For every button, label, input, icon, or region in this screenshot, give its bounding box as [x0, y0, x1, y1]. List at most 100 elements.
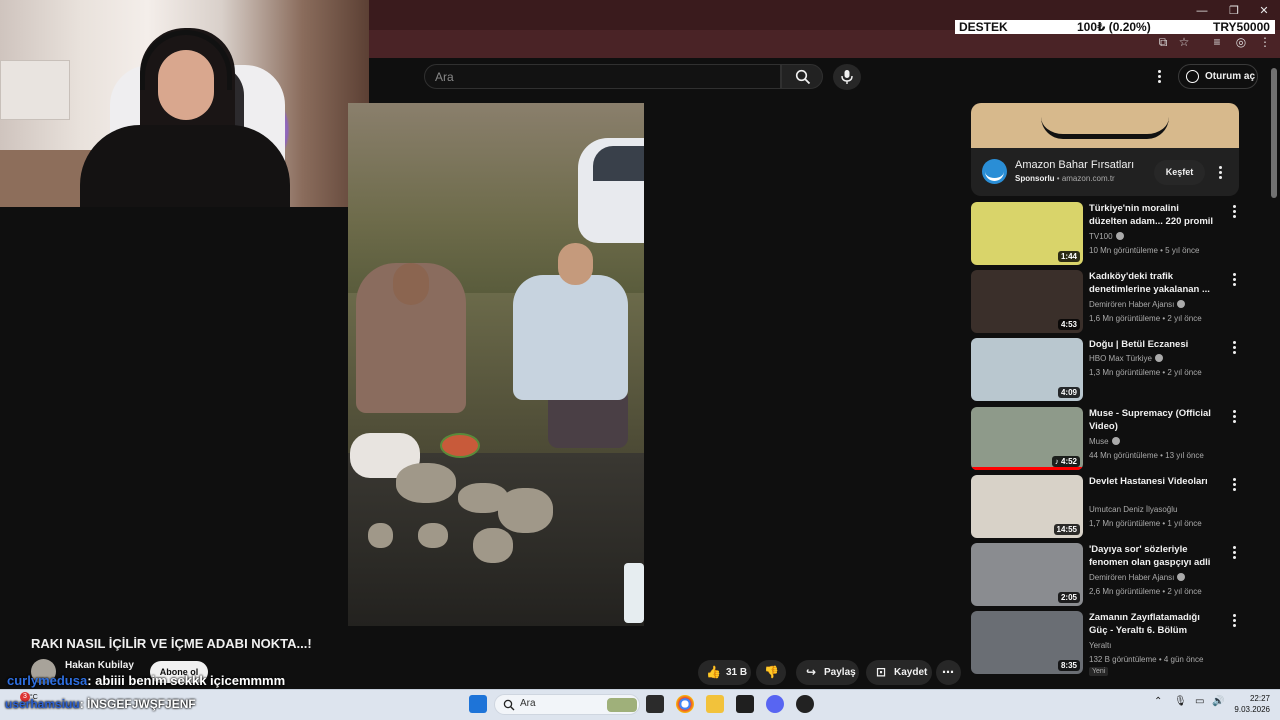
- recommendation-channel[interactable]: Demirören Haber Ajansı: [1089, 300, 1186, 309]
- recommendation-channel[interactable]: Yeraltı: [1089, 641, 1111, 650]
- verified-check-icon: [1115, 232, 1124, 240]
- dislike-button[interactable]: 👎: [756, 660, 786, 685]
- video-duration: 1:44: [1057, 251, 1080, 262]
- recommendation-item[interactable]: 8:35 Zamanın Zayıflatamadığı Güç - Yeralt…: [971, 611, 1241, 676]
- search-icon: [503, 699, 515, 711]
- task-view-icon[interactable]: [646, 695, 664, 713]
- video-duration: 4:53: [1057, 319, 1080, 330]
- search-button[interactable]: [781, 64, 823, 89]
- recommendation-title[interactable]: Devlet Hastanesi Videoları: [1089, 475, 1219, 488]
- share-button[interactable]: ↪ Paylaş: [796, 660, 859, 685]
- channel-name: Muse: [1089, 437, 1109, 446]
- recommendation-item[interactable]: ♪ 4:52 Muse - Supremacy (Official Video) M…: [971, 407, 1241, 471]
- recommendation-title[interactable]: Doğu | Betül Eczanesi: [1089, 338, 1219, 351]
- recommendation-item[interactable]: 1:44 Türkiye'nin moralini düzelten adam..…: [971, 202, 1241, 266]
- video-rock: [418, 523, 448, 548]
- recommendation-title[interactable]: 'Dayıya sor' sözleriyle fenomen olan gas…: [1089, 543, 1219, 570]
- recommendation-channel[interactable]: Demirören Haber Ajansı: [1089, 573, 1186, 582]
- page-scrollbar[interactable]: [1271, 68, 1277, 198]
- verified-check-icon: [1177, 573, 1186, 581]
- recommendation-item[interactable]: 2:05 'Dayıya sor' sözleriyle fenomen olan…: [971, 543, 1241, 607]
- ad-menu-icon[interactable]: [1219, 166, 1223, 180]
- signin-button[interactable]: Oturum aç: [1178, 64, 1258, 89]
- profile-icon[interactable]: ◎: [1233, 34, 1249, 50]
- chrome-icon[interactable]: [676, 695, 694, 713]
- recommendation-channel[interactable]: Muse: [1089, 437, 1120, 446]
- video-player[interactable]: [348, 103, 644, 626]
- video-thumbnail[interactable]: 2:05: [971, 543, 1083, 606]
- restore-button[interactable]: ❐: [1226, 4, 1242, 18]
- video-man-right-head: [558, 243, 593, 285]
- recommendation-title[interactable]: Muse - Supremacy (Official Video): [1089, 407, 1219, 433]
- recommendation-menu-icon[interactable]: [1233, 273, 1237, 287]
- recommendation-item[interactable]: 4:09 Doğu | Betül Eczanesi HBO Max Türkiye…: [971, 338, 1241, 402]
- channel-name: Demirören Haber Ajansı: [1089, 300, 1175, 309]
- chat-message: userhamsiuu: İNSGEFJWŞFJENF: [5, 697, 196, 711]
- clock-date: 9.03.2026: [1234, 705, 1270, 714]
- network-icon[interactable]: ▭: [1195, 696, 1204, 707]
- recommendation-meta: 1,3 Mn görüntüleme • 2 yıl önce: [1089, 368, 1202, 377]
- obs-icon[interactable]: [796, 695, 814, 713]
- channel-name: TV100: [1089, 232, 1113, 241]
- more-actions-button[interactable]: ⋯: [936, 660, 961, 685]
- recommendation-title[interactable]: Kadıköy'deki trafik denetimlerine yakala…: [1089, 270, 1219, 296]
- bookmark-star-icon[interactable]: ☆: [1176, 34, 1192, 50]
- voice-search-button[interactable]: [833, 64, 861, 90]
- minimize-button[interactable]: —: [1194, 4, 1210, 18]
- channel-name[interactable]: Hakan Kubilay: [65, 660, 134, 671]
- recommendation-channel[interactable]: HBO Max Türkiye: [1089, 354, 1163, 363]
- like-button[interactable]: 👍 31 B: [698, 660, 751, 685]
- recommendation-menu-icon[interactable]: [1233, 410, 1237, 424]
- recommendation-item[interactable]: 4:53 Kadıköy'deki trafik denetimlerine ya…: [971, 270, 1241, 334]
- thumbs-down-icon: 👎: [764, 665, 779, 679]
- close-button[interactable]: ✕: [1256, 4, 1272, 18]
- recommendation-channel[interactable]: TV100: [1089, 232, 1124, 241]
- recommendation-title[interactable]: Zamanın Zayıflatamadığı Güç - Yeraltı 6.…: [1089, 611, 1219, 637]
- tray-chevron-icon[interactable]: ⌃: [1154, 696, 1162, 707]
- system-clock[interactable]: 22:27 9.03.2026: [1228, 693, 1270, 715]
- recommendation-menu-icon[interactable]: [1233, 205, 1237, 219]
- video-thumbnail[interactable]: 4:09: [971, 338, 1083, 401]
- video-car: [578, 138, 644, 243]
- install-app-icon[interactable]: ⧉: [1155, 34, 1171, 50]
- recommendation-menu-icon[interactable]: [1233, 478, 1237, 492]
- ad-domain: amazon.com.tr: [1061, 174, 1115, 183]
- video-title: RAKI NASIL İÇİLİR VE İÇME ADABI NOKTA...…: [31, 636, 312, 651]
- recommendation-channel[interactable]: Umutcan Deniz İlyasoğlu: [1089, 505, 1177, 514]
- channel-name: Umutcan Deniz İlyasoğlu: [1089, 505, 1178, 514]
- recommendation-menu-icon[interactable]: [1233, 614, 1237, 628]
- recommendation-meta: 2,6 Mn görüntüleme • 2 yıl önce: [1089, 587, 1202, 596]
- search-input[interactable]: Ara: [424, 64, 781, 89]
- video-duration: 2:05: [1057, 592, 1080, 603]
- taskbar-search[interactable]: Ara: [494, 694, 640, 715]
- settings-menu-icon[interactable]: [1158, 70, 1162, 84]
- recommendation-menu-icon[interactable]: [1233, 546, 1237, 560]
- recommendation-title[interactable]: Türkiye'nin moralini düzelten adam... 22…: [1089, 202, 1219, 229]
- windows-start-icon[interactable]: [469, 695, 487, 713]
- video-thumbnail[interactable]: ♪ 4:52: [971, 407, 1083, 470]
- volume-icon[interactable]: 🔊: [1212, 696, 1224, 707]
- recommendation-meta: 132 B görüntüleme • 4 gün önce: [1089, 655, 1204, 664]
- discord-icon[interactable]: [766, 695, 784, 713]
- video-thumbnail[interactable]: 4:53: [971, 270, 1083, 333]
- video-rock: [396, 463, 456, 503]
- video-duration: 4:09: [1057, 387, 1080, 398]
- save-button[interactable]: ⊡ Kaydet: [866, 660, 932, 685]
- thumbs-up-icon: 👍: [706, 665, 721, 679]
- ad-explore-button[interactable]: Keşfet: [1154, 160, 1205, 185]
- new-badge: Yeni: [1089, 667, 1109, 676]
- recommendation-menu-icon[interactable]: [1233, 341, 1237, 355]
- file-explorer-icon[interactable]: [706, 695, 724, 713]
- browser-menu-icon[interactable]: ⋮: [1257, 34, 1273, 50]
- sponsored-ad[interactable]: Amazon Bahar Fırsatları Sponsorlu • amaz…: [971, 103, 1239, 196]
- terminal-icon[interactable]: [736, 695, 754, 713]
- video-thumbnail[interactable]: 14:55: [971, 475, 1083, 538]
- tray-mic-icon[interactable]: 🎙: [1174, 696, 1187, 707]
- reading-list-icon[interactable]: ≡: [1209, 34, 1225, 50]
- recommendation-item[interactable]: 14:55 Devlet Hastanesi Videoları Umutcan D…: [971, 475, 1241, 539]
- webcam-overlay: [0, 0, 369, 207]
- save-label: Kaydet: [894, 667, 928, 678]
- video-thumbnail[interactable]: 8:35: [971, 611, 1083, 674]
- video-thumbnail[interactable]: 1:44: [971, 202, 1083, 265]
- search-highlight-image: [607, 698, 637, 712]
